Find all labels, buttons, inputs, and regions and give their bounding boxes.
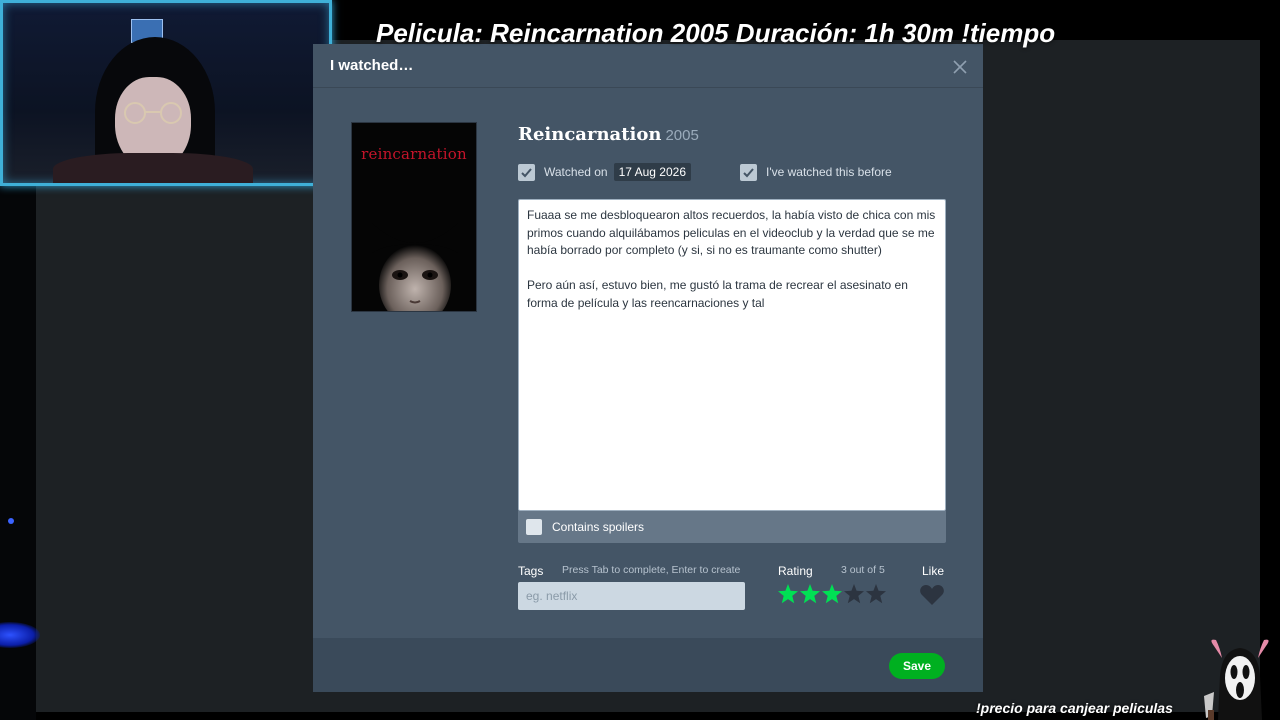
watched-on-checkbox[interactable] bbox=[518, 163, 535, 181]
poster-title-text: reincarnation bbox=[361, 145, 467, 163]
blue-light-dot bbox=[8, 518, 14, 524]
watched-on-row: Watched on 17 Aug 2026 bbox=[518, 162, 691, 182]
webcam-overlay bbox=[0, 0, 332, 186]
spoilers-bar: Contains spoilers bbox=[518, 511, 946, 543]
film-poster: reincarnation bbox=[351, 122, 477, 312]
save-button[interactable]: Save bbox=[889, 653, 945, 679]
star-icon[interactable] bbox=[843, 583, 865, 605]
modal-header: I watched… bbox=[313, 44, 983, 88]
star-icon[interactable] bbox=[821, 583, 843, 605]
rewatch-label: I've watched this before bbox=[766, 165, 892, 179]
spoilers-checkbox[interactable] bbox=[526, 519, 542, 535]
rating-label: Rating bbox=[778, 564, 813, 578]
tags-input[interactable] bbox=[518, 582, 745, 610]
star-icon[interactable] bbox=[865, 583, 887, 605]
streamer-body bbox=[53, 153, 253, 183]
watched-date-picker[interactable]: 17 Aug 2026 bbox=[613, 163, 691, 181]
checkmark-icon bbox=[743, 167, 754, 177]
tags-label: Tags bbox=[518, 564, 544, 578]
star-rating[interactable] bbox=[777, 583, 887, 607]
film-year[interactable]: 2005 bbox=[665, 127, 698, 144]
review-paragraph-1: Fuaaa se me desbloquearon altos recuerdo… bbox=[527, 208, 939, 258]
rewatch-row: I've watched this before bbox=[740, 162, 892, 182]
modal-title: I watched… bbox=[330, 57, 414, 74]
film-title[interactable]: Reincarnation bbox=[518, 124, 661, 145]
star-icon[interactable] bbox=[777, 583, 799, 605]
review-paragraph-2: Pero aún así, estuvo bien, me gustó la t… bbox=[527, 278, 912, 310]
rating-value-text: 3 out of 5 bbox=[841, 564, 885, 576]
poster-face-image bbox=[352, 223, 476, 311]
star-icon[interactable] bbox=[799, 583, 821, 605]
modal-footer bbox=[313, 638, 983, 692]
close-icon[interactable] bbox=[951, 58, 969, 76]
ghostface-mascot-icon bbox=[1204, 639, 1269, 720]
heart-icon[interactable] bbox=[919, 584, 945, 606]
stream-footer-overlay: !precio para canjear peliculas bbox=[976, 700, 1173, 716]
rewatch-checkbox[interactable] bbox=[740, 163, 757, 181]
glasses-icon bbox=[124, 102, 182, 124]
film-heading: Reincarnation 2005 bbox=[518, 124, 699, 148]
review-textarea[interactable]: Fuaaa se me desbloquearon altos recuerdo… bbox=[518, 199, 946, 511]
checkmark-icon bbox=[521, 167, 532, 177]
tags-hint: Press Tab to complete, Enter to create bbox=[562, 564, 741, 576]
stream-title-overlay: Pelicula: Reincarnation 2005 Duración: 1… bbox=[376, 18, 1056, 48]
like-label: Like bbox=[922, 564, 945, 578]
log-film-modal: I watched… reincarnation Reincarnation 2… bbox=[313, 44, 983, 692]
watched-on-label: Watched on bbox=[544, 165, 608, 179]
spoilers-label: Contains spoilers bbox=[552, 520, 645, 534]
